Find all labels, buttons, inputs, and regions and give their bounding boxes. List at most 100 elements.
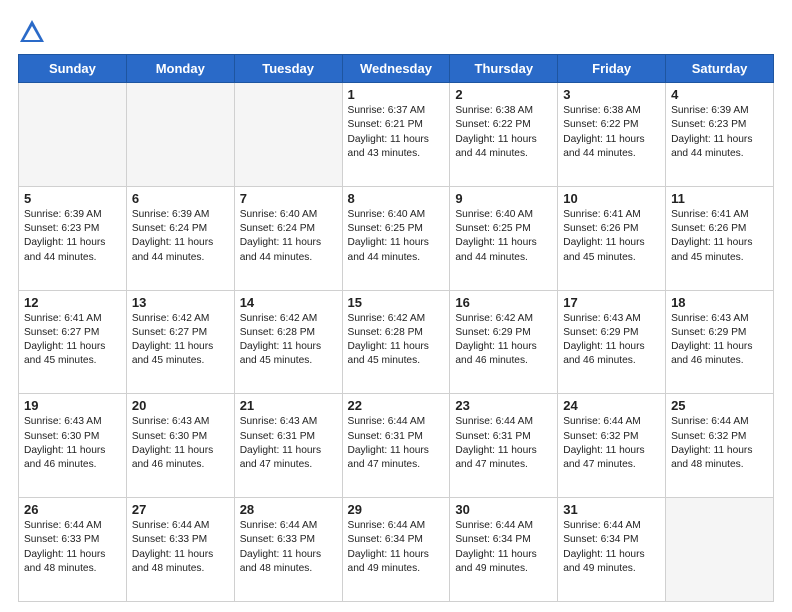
day-info: Sunrise: 6:39 AM Sunset: 6:23 PM Dayligh… [24, 208, 121, 265]
calendar-cell: 21 Sunrise: 6:43 AM Sunset: 6:31 PM Dayli… [234, 394, 342, 498]
page: SundayMondayTuesdayWednesdayThursdayFrid… [0, 0, 792, 612]
day-number: 3 [563, 87, 660, 102]
calendar-cell: 17Sunrise: 6:43 AM Sunset: 6:29 PM Dayli… [558, 290, 666, 394]
day-number: 30 [455, 502, 552, 517]
calendar-cell: 2Sunrise: 6:38 AM Sunset: 6:22 PM Daylig… [450, 83, 558, 187]
day-number: 29 [348, 502, 445, 517]
day-number: 10 [563, 191, 660, 206]
day-header-thursday: Thursday [450, 55, 558, 83]
day-info: Sunrise: 6:43 AM Sunset: 6:29 PM Dayligh… [563, 312, 660, 369]
calendar-cell: 31 Sunrise: 6:44 AM Sunset: 6:34 PM Dayli… [558, 498, 666, 602]
calendar-week-4: 19Sunrise: 6:43 AM Sunset: 6:30 PM Dayli… [19, 394, 774, 498]
calendar-week-3: 12 Sunrise: 6:41 AM Sunset: 6:27 PM Dayli… [19, 290, 774, 394]
day-info: Sunrise: 6:41 AM Sunset: 6:27 PM Dayligh… [24, 312, 121, 369]
day-header-tuesday: Tuesday [234, 55, 342, 83]
calendar-cell: 25 Sunrise: 6:44 AM Sunset: 6:32 PM Dayli… [666, 394, 774, 498]
day-info: Sunrise: 6:40 AM Sunset: 6:25 PM Dayligh… [455, 208, 552, 265]
calendar-cell: 12 Sunrise: 6:41 AM Sunset: 6:27 PM Dayli… [19, 290, 127, 394]
day-info: Sunrise: 6:39 AM Sunset: 6:24 PM Dayligh… [132, 208, 229, 265]
day-number: 27 [132, 502, 229, 517]
day-info: Sunrise: 6:38 AM Sunset: 6:22 PM Dayligh… [563, 104, 660, 161]
day-header-friday: Friday [558, 55, 666, 83]
day-number: 9 [455, 191, 552, 206]
day-info: Sunrise: 6:41 AM Sunset: 6:26 PM Dayligh… [563, 208, 660, 265]
day-info: Sunrise: 6:44 AM Sunset: 6:32 PM Dayligh… [671, 415, 768, 472]
day-info: Sunrise: 6:44 AM Sunset: 6:33 PM Dayligh… [24, 519, 121, 576]
day-info: Sunrise: 6:42 AM Sunset: 6:27 PM Dayligh… [132, 312, 229, 369]
day-info: Sunrise: 6:37 AM Sunset: 6:21 PM Dayligh… [348, 104, 445, 161]
calendar-cell: 13 Sunrise: 6:42 AM Sunset: 6:27 PM Dayli… [126, 290, 234, 394]
calendar-cell: 30 Sunrise: 6:44 AM Sunset: 6:34 PM Dayli… [450, 498, 558, 602]
day-number: 13 [132, 295, 229, 310]
day-header-sunday: Sunday [19, 55, 127, 83]
day-info: Sunrise: 6:43 AM Sunset: 6:29 PM Dayligh… [671, 312, 768, 369]
day-info: Sunrise: 6:38 AM Sunset: 6:22 PM Dayligh… [455, 104, 552, 161]
day-info: Sunrise: 6:39 AM Sunset: 6:23 PM Dayligh… [671, 104, 768, 161]
day-number: 28 [240, 502, 337, 517]
day-info: Sunrise: 6:41 AM Sunset: 6:26 PM Dayligh… [671, 208, 768, 265]
calendar-cell: 15 Sunrise: 6:42 AM Sunset: 6:28 PM Dayli… [342, 290, 450, 394]
day-number: 4 [671, 87, 768, 102]
calendar-cell: 1Sunrise: 6:37 AM Sunset: 6:21 PM Daylig… [342, 83, 450, 187]
day-number: 22 [348, 398, 445, 413]
day-number: 16 [455, 295, 552, 310]
calendar-week-2: 5 Sunrise: 6:39 AM Sunset: 6:23 PM Daylig… [19, 186, 774, 290]
day-info: Sunrise: 6:43 AM Sunset: 6:31 PM Dayligh… [240, 415, 337, 472]
calendar-cell: 28Sunrise: 6:44 AM Sunset: 6:33 PM Dayli… [234, 498, 342, 602]
day-number: 11 [671, 191, 768, 206]
calendar-cell: 11 Sunrise: 6:41 AM Sunset: 6:26 PM Dayli… [666, 186, 774, 290]
day-number: 14 [240, 295, 337, 310]
calendar-cell: 20 Sunrise: 6:43 AM Sunset: 6:30 PM Dayli… [126, 394, 234, 498]
day-number: 7 [240, 191, 337, 206]
day-info: Sunrise: 6:44 AM Sunset: 6:34 PM Dayligh… [455, 519, 552, 576]
calendar-cell: 27 Sunrise: 6:44 AM Sunset: 6:33 PM Dayli… [126, 498, 234, 602]
calendar-cell: 29 Sunrise: 6:44 AM Sunset: 6:34 PM Dayli… [342, 498, 450, 602]
day-number: 24 [563, 398, 660, 413]
day-info: Sunrise: 6:43 AM Sunset: 6:30 PM Dayligh… [24, 415, 121, 472]
day-info: Sunrise: 6:42 AM Sunset: 6:28 PM Dayligh… [240, 312, 337, 369]
calendar-cell [234, 83, 342, 187]
calendar-cell: 23Sunrise: 6:44 AM Sunset: 6:31 PM Dayli… [450, 394, 558, 498]
calendar-cell [666, 498, 774, 602]
calendar-cell: 26 Sunrise: 6:44 AM Sunset: 6:33 PM Dayli… [19, 498, 127, 602]
calendar-cell: 24 Sunrise: 6:44 AM Sunset: 6:32 PM Dayli… [558, 394, 666, 498]
day-header-monday: Monday [126, 55, 234, 83]
calendar-cell: 16Sunrise: 6:42 AM Sunset: 6:29 PM Dayli… [450, 290, 558, 394]
header [18, 18, 774, 46]
calendar-cell: 10 Sunrise: 6:41 AM Sunset: 6:26 PM Dayli… [558, 186, 666, 290]
calendar-header-row: SundayMondayTuesdayWednesdayThursdayFrid… [19, 55, 774, 83]
day-info: Sunrise: 6:43 AM Sunset: 6:30 PM Dayligh… [132, 415, 229, 472]
day-info: Sunrise: 6:44 AM Sunset: 6:31 PM Dayligh… [455, 415, 552, 472]
logo-icon [18, 18, 46, 46]
day-info: Sunrise: 6:44 AM Sunset: 6:34 PM Dayligh… [348, 519, 445, 576]
calendar-cell: 3 Sunrise: 6:38 AM Sunset: 6:22 PM Daylig… [558, 83, 666, 187]
day-number: 12 [24, 295, 121, 310]
day-number: 20 [132, 398, 229, 413]
day-info: Sunrise: 6:44 AM Sunset: 6:32 PM Dayligh… [563, 415, 660, 472]
day-number: 21 [240, 398, 337, 413]
day-info: Sunrise: 6:40 AM Sunset: 6:24 PM Dayligh… [240, 208, 337, 265]
calendar-table: SundayMondayTuesdayWednesdayThursdayFrid… [18, 54, 774, 602]
day-number: 8 [348, 191, 445, 206]
calendar-week-5: 26 Sunrise: 6:44 AM Sunset: 6:33 PM Dayli… [19, 498, 774, 602]
day-number: 26 [24, 502, 121, 517]
day-info: Sunrise: 6:42 AM Sunset: 6:28 PM Dayligh… [348, 312, 445, 369]
calendar-cell: 22 Sunrise: 6:44 AM Sunset: 6:31 PM Dayli… [342, 394, 450, 498]
day-info: Sunrise: 6:44 AM Sunset: 6:33 PM Dayligh… [132, 519, 229, 576]
logo [18, 18, 50, 46]
day-info: Sunrise: 6:44 AM Sunset: 6:34 PM Dayligh… [563, 519, 660, 576]
calendar-cell: 8 Sunrise: 6:40 AM Sunset: 6:25 PM Daylig… [342, 186, 450, 290]
calendar-cell: 19Sunrise: 6:43 AM Sunset: 6:30 PM Dayli… [19, 394, 127, 498]
day-number: 25 [671, 398, 768, 413]
calendar-cell: 14 Sunrise: 6:42 AM Sunset: 6:28 PM Dayli… [234, 290, 342, 394]
calendar-week-1: 1Sunrise: 6:37 AM Sunset: 6:21 PM Daylig… [19, 83, 774, 187]
day-header-wednesday: Wednesday [342, 55, 450, 83]
calendar-cell: 5 Sunrise: 6:39 AM Sunset: 6:23 PM Daylig… [19, 186, 127, 290]
calendar-cell: 18 Sunrise: 6:43 AM Sunset: 6:29 PM Dayli… [666, 290, 774, 394]
day-number: 15 [348, 295, 445, 310]
day-number: 18 [671, 295, 768, 310]
day-info: Sunrise: 6:44 AM Sunset: 6:31 PM Dayligh… [348, 415, 445, 472]
day-number: 5 [24, 191, 121, 206]
day-number: 31 [563, 502, 660, 517]
day-info: Sunrise: 6:40 AM Sunset: 6:25 PM Dayligh… [348, 208, 445, 265]
